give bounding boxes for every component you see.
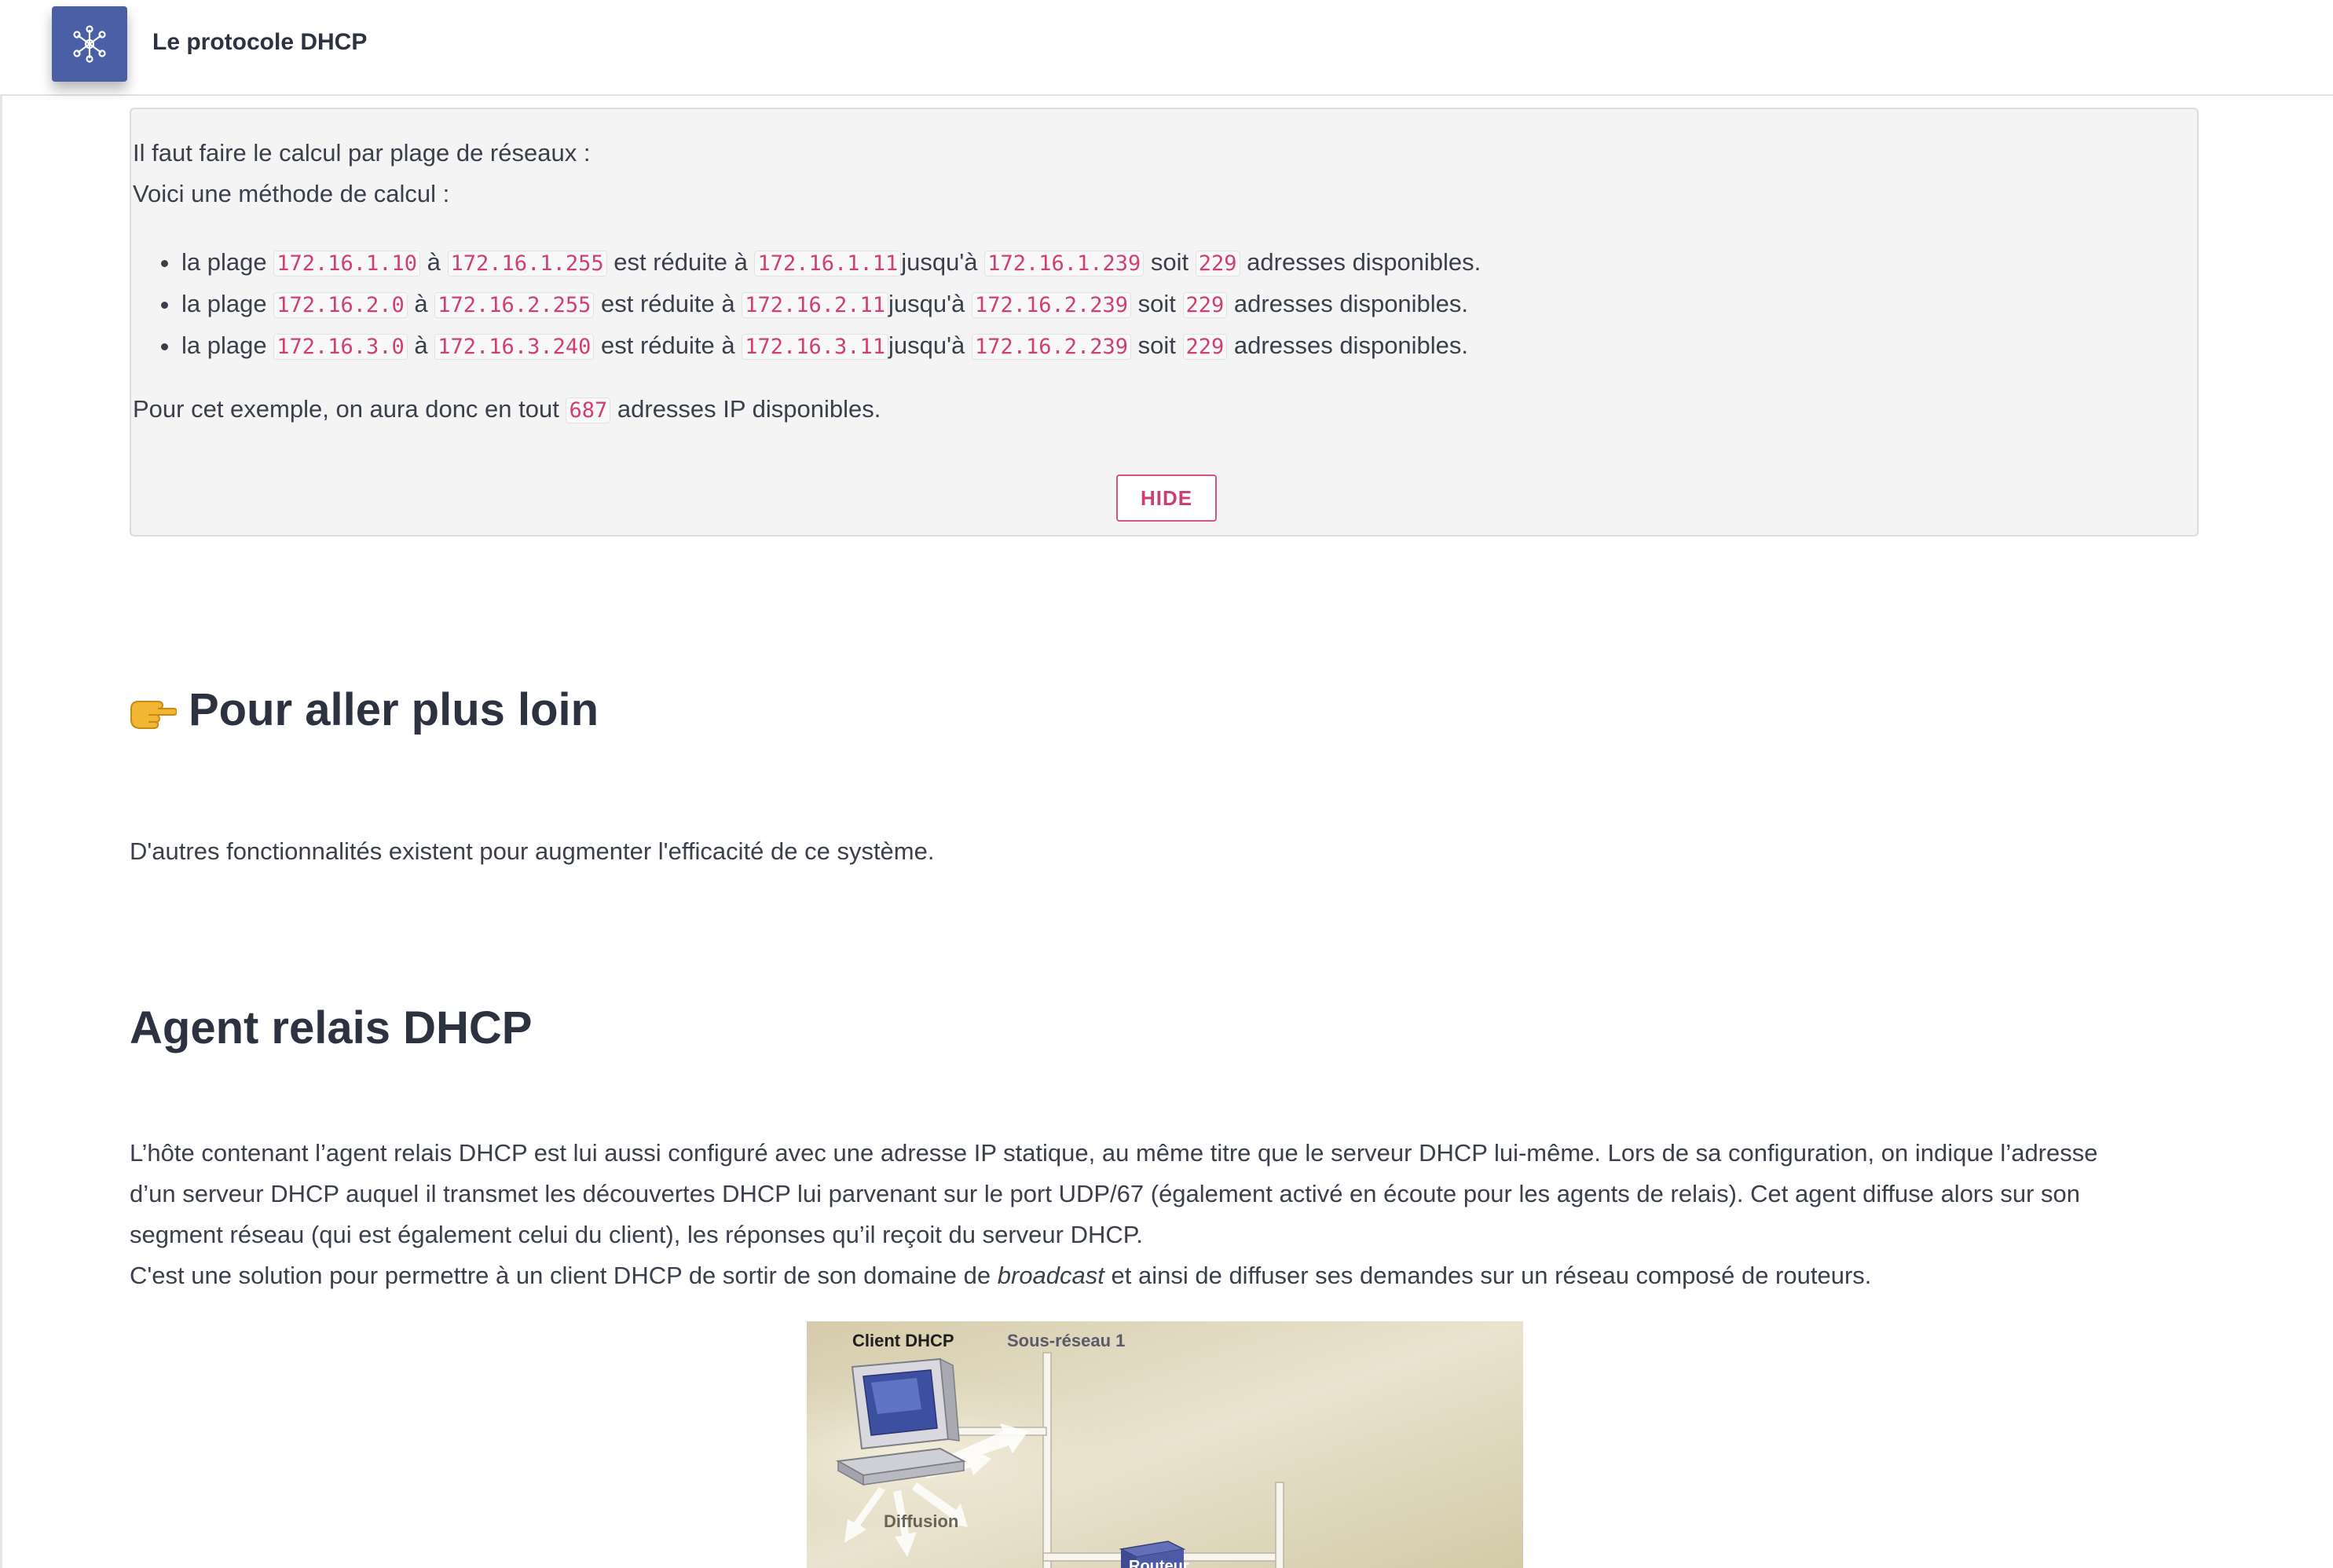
connector-text: à <box>414 290 428 317</box>
list-item: la plage 172.16.1.10 à 172.16.1.255 est … <box>131 241 1481 283</box>
connector-text: soit <box>1137 290 1176 317</box>
range-suffix: adresses disponibles. <box>1247 248 1481 276</box>
diagram-router-label: Routeur <box>1129 1558 1189 1568</box>
ip-code: 172.16.3.11 <box>742 334 889 360</box>
panel-total: Pour cet exemple, on aura donc en tout 6… <box>133 395 881 423</box>
section-title-further: Pour aller plus loin <box>189 684 599 735</box>
ip-code: 172.16.2.11 <box>742 292 889 318</box>
connector-text: est réduite à <box>600 290 735 317</box>
ip-code: 172.16.1.10 <box>273 251 421 277</box>
connector-text: est réduite à <box>613 248 748 276</box>
pointing-hand-icon <box>130 701 177 729</box>
diagram-broadcast-label: Diffusion <box>884 1511 958 1531</box>
page-left-border <box>0 0 2 1568</box>
paragraph-line: C'est une solution pour permettre à un c… <box>130 1255 2098 1296</box>
ip-code: 172.16.1.255 <box>447 251 607 277</box>
count-code: 229 <box>1195 251 1240 277</box>
count-code: 229 <box>1182 292 1228 318</box>
connector-text: est réduite à <box>600 332 735 359</box>
connector-text: jusqu'à <box>888 332 965 359</box>
range-suffix: adresses disponibles. <box>1233 290 1469 317</box>
ip-code: 172.16.1.11 <box>754 251 902 277</box>
ip-code: 172.16.1.239 <box>984 251 1145 277</box>
ip-code: 172.16.3.240 <box>434 334 595 360</box>
diagram-subnet-label: Sous-réseau 1 <box>1007 1331 1125 1350</box>
top-bar: Le protocole DHCP <box>0 0 2333 96</box>
total-text: adresses IP disponibles. <box>617 395 881 423</box>
paragraph-line: segment réseau (qui est également celui … <box>130 1221 1144 1248</box>
paragraph-text: et ainsi de diffuser ses demandes sur un… <box>1111 1262 1872 1289</box>
range-suffix: adresses disponibles. <box>1233 332 1469 359</box>
paragraph-line: L’hôte contenant l’agent relais DHCP est… <box>130 1139 2098 1167</box>
range-list: la plage 172.16.1.10 à 172.16.1.255 est … <box>131 241 1481 366</box>
further-text: D'autres fonctionnalités existent pour a… <box>130 837 935 865</box>
connector-text: jusqu'à <box>901 248 978 276</box>
ip-code: 172.16.2.255 <box>434 292 595 318</box>
list-item: la plage 172.16.2.0 à 172.16.2.255 est r… <box>131 283 1481 324</box>
ip-code: 172.16.2.239 <box>971 292 1132 318</box>
range-prefix: la plage <box>181 290 267 317</box>
panel-intro: Il faut faire le calcul par plage de rés… <box>133 139 591 167</box>
count-code: 229 <box>1182 334 1228 360</box>
relay-paragraph: L’hôte contenant l’agent relais DHCP est… <box>130 1133 2098 1296</box>
total-text: Pour cet exemple, on aura donc en tout <box>133 395 559 423</box>
panel-method: Voici une méthode de calcul : <box>133 180 450 207</box>
paragraph-text: C'est une solution pour permettre à un c… <box>130 1262 991 1289</box>
app-title: Le protocole DHCP <box>152 29 368 55</box>
ip-code: 172.16.2.239 <box>971 334 1132 360</box>
total-code: 687 <box>566 397 611 423</box>
ip-code: 172.16.2.0 <box>273 292 408 318</box>
connector-text: à <box>427 248 441 276</box>
connector-text: soit <box>1137 332 1176 359</box>
connector-text: à <box>414 332 428 359</box>
emphasis-text: broadcast <box>997 1262 1104 1289</box>
network-nodes-icon[interactable] <box>52 6 127 82</box>
range-prefix: la plage <box>181 248 267 276</box>
solution-panel: Il faut faire le calcul par plage de rés… <box>130 108 2199 537</box>
connector-text: jusqu'à <box>888 290 965 317</box>
ip-code: 172.16.3.0 <box>273 334 408 360</box>
connector-text: soit <box>1150 248 1189 276</box>
hide-button[interactable]: HIDE <box>1116 474 1217 522</box>
dhcp-relay-diagram: Client DHCP Sous-réseau 1 Diffusion Rout… <box>807 1321 1523 1568</box>
paragraph-line: d’un serveur DHCP auquel il transmet les… <box>130 1180 2081 1207</box>
list-item: la plage 172.16.3.0 à 172.16.3.240 est r… <box>131 324 1481 366</box>
section-title-relay: Agent relais DHCP <box>130 1002 533 1053</box>
diagram-client-label: Client DHCP <box>852 1331 954 1350</box>
range-prefix: la plage <box>181 332 267 359</box>
